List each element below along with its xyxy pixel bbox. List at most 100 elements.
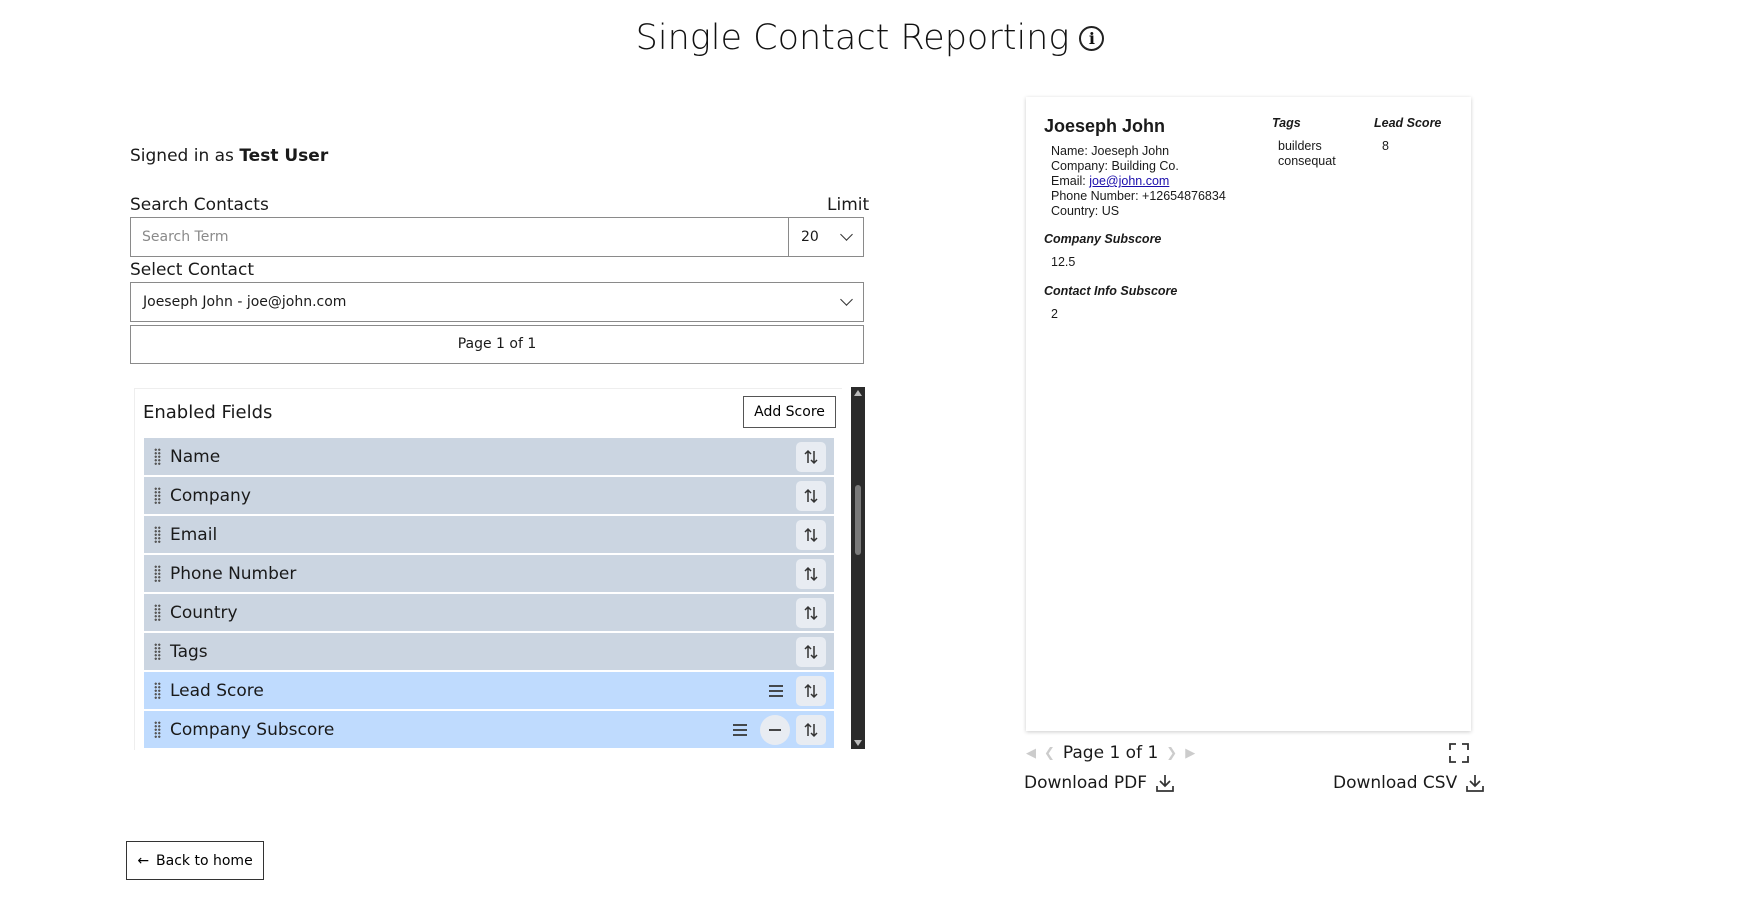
field-label: Company: [170, 485, 251, 506]
drag-handle-icon[interactable]: [154, 564, 161, 583]
contact-select[interactable]: Joeseph John - joe@john.com: [130, 282, 864, 322]
report-phone-line: Phone Number: +12654876834: [1051, 189, 1226, 203]
download-icon: [1156, 775, 1174, 792]
sort-icon[interactable]: [796, 676, 826, 706]
next-page-icon[interactable]: ❯: [1166, 746, 1177, 761]
report-company-subscore-heading: Company Subscore: [1044, 232, 1162, 246]
contact-pager: Page 1 of 1: [130, 325, 864, 364]
report-tag: builders: [1278, 139, 1322, 153]
field-label: Company Subscore: [170, 719, 335, 740]
field-label: Lead Score: [170, 680, 264, 701]
first-page-icon[interactable]: ◀​: [1026, 746, 1036, 761]
field-row[interactable]: Phone Number: [144, 555, 834, 592]
report-contact-name: Joeseph John: [1044, 116, 1166, 136]
enabled-fields-list: Name Company Email Phone Number Country Tags L…: [144, 438, 834, 750]
contact-select-value: Joeseph John - joe@john.com: [143, 294, 347, 310]
field-label: Email: [170, 524, 218, 545]
sort-icon[interactable]: [796, 442, 826, 472]
report-name-line: Name: Joeseph John: [1051, 144, 1170, 158]
info-circle-icon[interactable]: i: [1079, 26, 1105, 51]
back-to-home-button[interactable]: ← Back to home: [126, 841, 264, 880]
sort-icon[interactable]: [796, 715, 826, 745]
select-contact-label: Select Contact: [130, 260, 254, 280]
report-preview: Joeseph John Name: Joeseph John Company:…: [1026, 97, 1471, 731]
field-row[interactable]: Tags: [144, 633, 834, 670]
report-contact-info-subscore: 2: [1051, 307, 1058, 321]
menu-icon[interactable]: [726, 715, 754, 745]
field-row[interactable]: Email: [144, 516, 834, 553]
report-contact-details: Name: Joeseph John Company: Building Co.…: [1051, 144, 1226, 219]
remove-icon[interactable]: [760, 715, 790, 745]
field-row[interactable]: Lead Score: [144, 672, 834, 709]
report-email-prefix: Email:: [1051, 174, 1086, 188]
field-row-actions: [726, 715, 826, 745]
download-icon: [1466, 775, 1485, 792]
signed-in-text: Signed in as Test User: [130, 146, 328, 166]
report-email-line: Email: joe@john.com: [1051, 174, 1226, 189]
limit-select[interactable]: 20: [789, 218, 863, 256]
enabled-fields-title: Enabled Fields: [143, 402, 273, 423]
report-tags-heading: Tags: [1272, 116, 1301, 130]
prev-page-icon[interactable]: ❮: [1044, 746, 1055, 761]
field-row[interactable]: Name: [144, 438, 834, 475]
field-row-actions: [796, 520, 826, 550]
drag-handle-icon[interactable]: [154, 642, 161, 661]
page-title-row: Single Contact Reporting i: [0, 18, 1740, 58]
limit-value: 20: [801, 229, 819, 245]
report-tags: builders consequat: [1278, 139, 1336, 169]
field-row[interactable]: Company: [144, 477, 834, 514]
arrow-left-icon: ←: [137, 852, 150, 869]
sort-icon[interactable]: [796, 637, 826, 667]
sort-icon[interactable]: [796, 559, 826, 589]
signed-in-prefix: Signed in as: [130, 146, 234, 166]
drag-handle-icon[interactable]: [154, 720, 161, 739]
download-csv-label: Download CSV: [1333, 773, 1458, 793]
download-pdf-label: Download PDF: [1024, 773, 1148, 793]
scroll-up-arrow-icon[interactable]: [854, 390, 862, 396]
add-score-button[interactable]: Add Score: [743, 396, 836, 428]
back-to-home-label: Back to home: [156, 852, 253, 869]
field-row-actions: [796, 481, 826, 511]
field-row-actions: [796, 637, 826, 667]
chevron-down-icon: [840, 293, 853, 306]
chevron-down-icon: [840, 228, 853, 241]
drag-handle-icon[interactable]: [154, 525, 161, 544]
report-company-subscore: 12.5: [1051, 255, 1076, 269]
report-company-line: Company: Building Co.: [1051, 159, 1179, 173]
sort-icon[interactable]: [796, 481, 826, 511]
fields-scrollbar[interactable]: [851, 387, 865, 749]
field-label: Tags: [170, 641, 208, 662]
report-page-label: Page 1 of 1: [1062, 743, 1159, 763]
drag-handle-icon[interactable]: [154, 486, 161, 505]
sort-icon[interactable]: [796, 598, 826, 628]
field-label: Country: [170, 602, 238, 623]
sort-icon[interactable]: [796, 520, 826, 550]
field-row[interactable]: Country: [144, 594, 834, 631]
menu-icon[interactable]: [762, 676, 790, 706]
field-label: Name: [170, 446, 221, 467]
field-row[interactable]: Company Subscore: [144, 711, 834, 748]
scroll-thumb[interactable]: [855, 485, 861, 555]
fullscreen-icon[interactable]: [1449, 743, 1469, 763]
field-row-actions: [762, 676, 826, 706]
drag-handle-icon[interactable]: [154, 447, 161, 466]
report-email-link[interactable]: joe@john.com: [1089, 174, 1169, 188]
field-row-actions: [796, 559, 826, 589]
last-page-icon[interactable]: ▶: [1185, 746, 1195, 761]
report-contact-info-subscore-heading: Contact Info Subscore: [1044, 284, 1178, 298]
drag-handle-icon[interactable]: [154, 603, 161, 622]
search-contacts-label: Search Contacts: [130, 195, 269, 215]
field-label: Phone Number: [170, 563, 297, 584]
scroll-down-arrow-icon[interactable]: [854, 740, 862, 746]
signed-in-user: Test User: [239, 146, 329, 166]
download-pdf-button[interactable]: Download PDF: [1024, 773, 1175, 793]
download-csv-button[interactable]: Download CSV: [1333, 773, 1485, 793]
drag-handle-icon[interactable]: [154, 681, 161, 700]
field-row-actions: [796, 598, 826, 628]
page-title: Single Contact Reporting: [635, 18, 1070, 58]
field-row-actions: [796, 442, 826, 472]
limit-label: Limit: [827, 195, 870, 215]
search-row: 20: [130, 217, 864, 257]
search-input[interactable]: [131, 218, 789, 256]
report-tag: consequat: [1278, 154, 1336, 168]
